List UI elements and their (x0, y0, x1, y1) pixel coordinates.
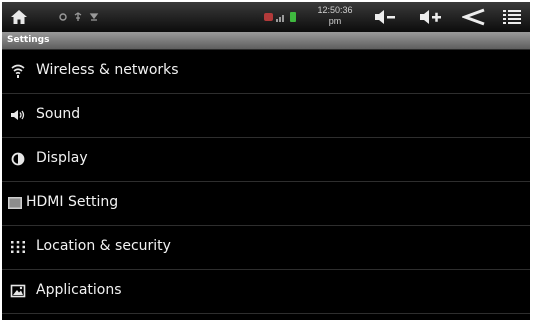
location-grid-icon (11, 241, 25, 253)
clock-ampm: pm (328, 16, 342, 26)
signal-battery-icons (264, 12, 296, 22)
volume-up-icon[interactable] (419, 9, 443, 25)
volume-down-icon[interactable] (374, 9, 396, 25)
title-bar: Settings (2, 32, 530, 50)
settings-item-display[interactable]: Display (2, 138, 530, 182)
settings-item-sound[interactable]: Sound (2, 94, 530, 138)
menu-icon[interactable] (503, 9, 521, 25)
back-icon[interactable] (462, 8, 486, 26)
settings-item-label: Wireless & networks (36, 62, 179, 78)
settings-item-hdmi[interactable]: HDMI Setting (2, 182, 530, 226)
settings-item-location-security[interactable]: Location & security (2, 226, 530, 270)
screen: 12:50:36 pm Settings Wireless & networks… (2, 2, 530, 320)
settings-item-wireless[interactable]: Wireless & networks (2, 50, 530, 94)
clock-time: 12:50:36 (317, 5, 353, 15)
home-icon[interactable] (10, 8, 28, 26)
settings-item-label: Sound (36, 106, 81, 122)
settings-item-label: HDMI Setting (26, 194, 119, 210)
settings-item-label: Display (36, 150, 88, 166)
status-clock: 12:50:36 pm (312, 5, 358, 27)
status-bar: 12:50:36 pm (2, 2, 530, 32)
speaker-icon (11, 110, 25, 120)
applications-icon (10, 284, 26, 298)
settings-item-label: Location & security (36, 238, 171, 254)
display-icon (11, 152, 25, 166)
notification-icons (59, 12, 99, 21)
settings-item-label: Applications (36, 282, 122, 298)
settings-item-applications[interactable]: Applications (2, 270, 530, 314)
page-title: Settings (7, 35, 50, 45)
wifi-icon (11, 64, 25, 78)
hdmi-icon (8, 197, 22, 209)
settings-list: Wireless & networks Sound Display HDMI S… (2, 50, 530, 314)
